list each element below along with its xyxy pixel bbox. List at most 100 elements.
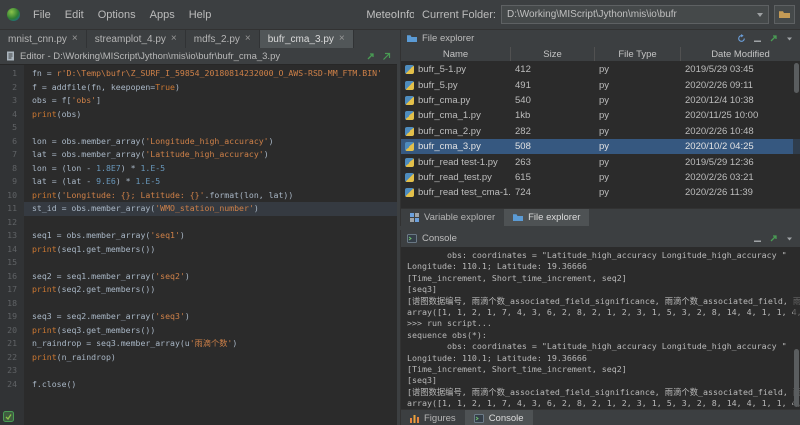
table-row[interactable]: bufr_5-1.py412py2019/5/29 03:45 (401, 62, 800, 77)
file-date-cell: 2020/12/4 10:38 (681, 95, 800, 106)
tab-label: Variable explorer (424, 212, 495, 223)
code-line[interactable]: 20print(seq3.get_members()) (0, 324, 397, 338)
tab-close-icon[interactable]: × (339, 34, 345, 44)
code-line[interactable]: 23 (0, 364, 397, 378)
console-panel: Console obs: coordinates = "Latitude_hig… (400, 230, 800, 425)
code-text (24, 297, 397, 311)
python-file-icon (405, 65, 414, 74)
column-header-size[interactable]: Size (511, 47, 595, 61)
code-line[interactable]: 19seq3 = seq2.member_array('seq3') (0, 310, 397, 324)
browse-folder-button[interactable] (774, 5, 795, 24)
code-line[interactable]: 15 (0, 256, 397, 270)
column-header-file-type[interactable]: File Type (595, 47, 681, 61)
detach-icon[interactable] (366, 52, 375, 61)
editor-header: Editor - D:\Working\MIScript\Jython\mis\… (0, 48, 397, 65)
code-line[interactable]: 5 (0, 121, 397, 135)
table-row[interactable]: bufr_read_test.py615py2020/2/26 03:21 (401, 170, 800, 185)
file-name: bufr_cma.py (418, 95, 470, 106)
file-type-cell: py (595, 110, 681, 121)
line-number: 20 (0, 324, 24, 338)
table-row[interactable]: bufr_cma_2.py282py2020/2/26 10:48 (401, 124, 800, 139)
code-line[interactable]: 3obs = f['obs'] (0, 94, 397, 108)
file-type-cell: py (595, 157, 681, 168)
code-line[interactable]: 13seq1 = obs.member_array('seq1') (0, 229, 397, 243)
file-name-cell: bufr_cma.py (401, 95, 511, 106)
dock-restore-icon[interactable] (3, 411, 14, 422)
code-line[interactable]: 8lon = (lon - 1.8E7) * 1.E-5 (0, 162, 397, 176)
tab-variable-explorer[interactable]: Variable explorer (401, 209, 504, 226)
file-table-body: bufr_5-1.py412py2019/5/29 03:45bufr_5.py… (401, 62, 800, 208)
tab-close-icon[interactable]: × (72, 34, 78, 44)
column-header-date-modified[interactable]: Date Modified (681, 47, 800, 61)
menu-edit[interactable]: Edit (58, 6, 91, 24)
file-type-cell: py (595, 64, 681, 75)
table-row[interactable]: bufr_cma_3.py508py2020/10/2 04:25 (401, 139, 800, 154)
editor-tab-bufr_cma_3-py[interactable]: bufr_cma_3.py× (260, 30, 354, 48)
figures-icon (410, 414, 419, 423)
console-icon (474, 414, 484, 423)
code-line[interactable]: 21n_raindrop = seq3.member_array(u'雨滴个数'… (0, 337, 397, 351)
minimize-icon[interactable] (753, 34, 762, 43)
file-name-cell: bufr_read test_cma-1.py (401, 187, 511, 198)
file-size-cell: 724 (511, 187, 595, 198)
detach-icon[interactable] (769, 234, 778, 243)
menu-options[interactable]: Options (91, 6, 143, 24)
console-scrollbar[interactable] (793, 247, 800, 409)
tab-console[interactable]: Console (465, 410, 533, 425)
code-line[interactable]: 4print(obs) (0, 108, 397, 122)
editor-tab-streamplot_4-py[interactable]: streamplot_4.py× (87, 30, 186, 48)
dropdown-icon[interactable] (785, 234, 794, 243)
code-editor[interactable]: 1fn = r'D:\Temp\bufr\Z_SURF_I_59854_2018… (0, 65, 397, 425)
code-text: print(obs) (24, 108, 397, 122)
code-line[interactable]: 17print(seq2.get_members()) (0, 283, 397, 297)
code-line[interactable]: 16seq2 = seq1.member_array('seq2') (0, 270, 397, 284)
line-number: 4 (0, 108, 24, 122)
maximize-icon[interactable] (382, 52, 391, 61)
file-explorer-scrollbar[interactable] (793, 62, 800, 208)
file-type-cell: py (595, 172, 681, 183)
code-text (24, 364, 397, 378)
code-line[interactable]: 14print(seq1.get_members()) (0, 243, 397, 257)
code-line[interactable]: 7lat = obs.member_array('Latitude_high_a… (0, 148, 397, 162)
menu-help[interactable]: Help (182, 6, 219, 24)
table-row[interactable]: bufr_read test_cma-1.py724py2020/2/26 11… (401, 185, 800, 200)
top-bar: FileEditOptionsAppsHelp MeteoInfoLab Cur… (0, 0, 800, 30)
detach-icon[interactable] (769, 34, 778, 43)
tab-close-icon[interactable]: × (171, 34, 177, 44)
tab-close-icon[interactable]: × (245, 34, 251, 44)
refresh-icon[interactable] (737, 34, 746, 43)
code-line[interactable]: 10print('Longitude: {}; Latitude: {}'.fo… (0, 189, 397, 203)
editor-tab-mdfs_2-py[interactable]: mdfs_2.py× (186, 30, 260, 48)
file-size-cell: 282 (511, 126, 595, 137)
line-number: 7 (0, 148, 24, 162)
editor-tab-mnist_cnn-py[interactable]: mnist_cnn.py× (0, 30, 87, 48)
console-output[interactable]: obs: coordinates = "Latitude_high_accura… (401, 247, 800, 409)
column-header-name[interactable]: Name (401, 47, 511, 61)
current-folder-combobox[interactable]: D:\Working\MIScript\Jython\mis\io\bufr (501, 5, 769, 24)
code-line[interactable]: 1fn = r'D:\Temp\bufr\Z_SURF_I_59854_2018… (0, 67, 397, 81)
code-line[interactable]: 2f = addfile(fn, keepopen=True) (0, 81, 397, 95)
code-line[interactable]: 22print(n_raindrop) (0, 351, 397, 365)
code-line[interactable]: 6lon = obs.member_array('Longitude_high_… (0, 135, 397, 149)
table-row[interactable]: bufr_read test-1.py263py2019/5/29 12:36 (401, 154, 800, 169)
menu-file[interactable]: File (26, 6, 58, 24)
line-number: 19 (0, 310, 24, 324)
table-row[interactable]: bufr_cma_1.py1kbpy2020/11/25 10:00 (401, 108, 800, 123)
code-line[interactable]: 24f.close() (0, 378, 397, 392)
file-name: bufr_read test-1.py (418, 157, 498, 168)
code-line[interactable]: 9lat = (lat - 9.E6) * 1.E-5 (0, 175, 397, 189)
menu-apps[interactable]: Apps (143, 6, 182, 24)
tab-figures[interactable]: Figures (401, 410, 465, 425)
code-text: seq2 = seq1.member_array('seq2') (24, 270, 397, 284)
code-line[interactable]: 11st_id = obs.member_array('WMO_station_… (0, 202, 397, 216)
tab-file-explorer[interactable]: File explorer (504, 209, 589, 226)
minimize-icon[interactable] (753, 234, 762, 243)
dropdown-icon[interactable] (785, 34, 794, 43)
right-column: File explorer NameSizeFile TypeDate Modi… (400, 30, 800, 425)
file-name: bufr_5.py (418, 80, 458, 91)
table-row[interactable]: bufr_5.py491py2020/2/26 09:11 (401, 77, 800, 92)
code-line[interactable]: 12 (0, 216, 397, 230)
table-row[interactable]: bufr_cma.py540py2020/12/4 10:38 (401, 93, 800, 108)
line-number: 6 (0, 135, 24, 149)
code-line[interactable]: 18 (0, 297, 397, 311)
